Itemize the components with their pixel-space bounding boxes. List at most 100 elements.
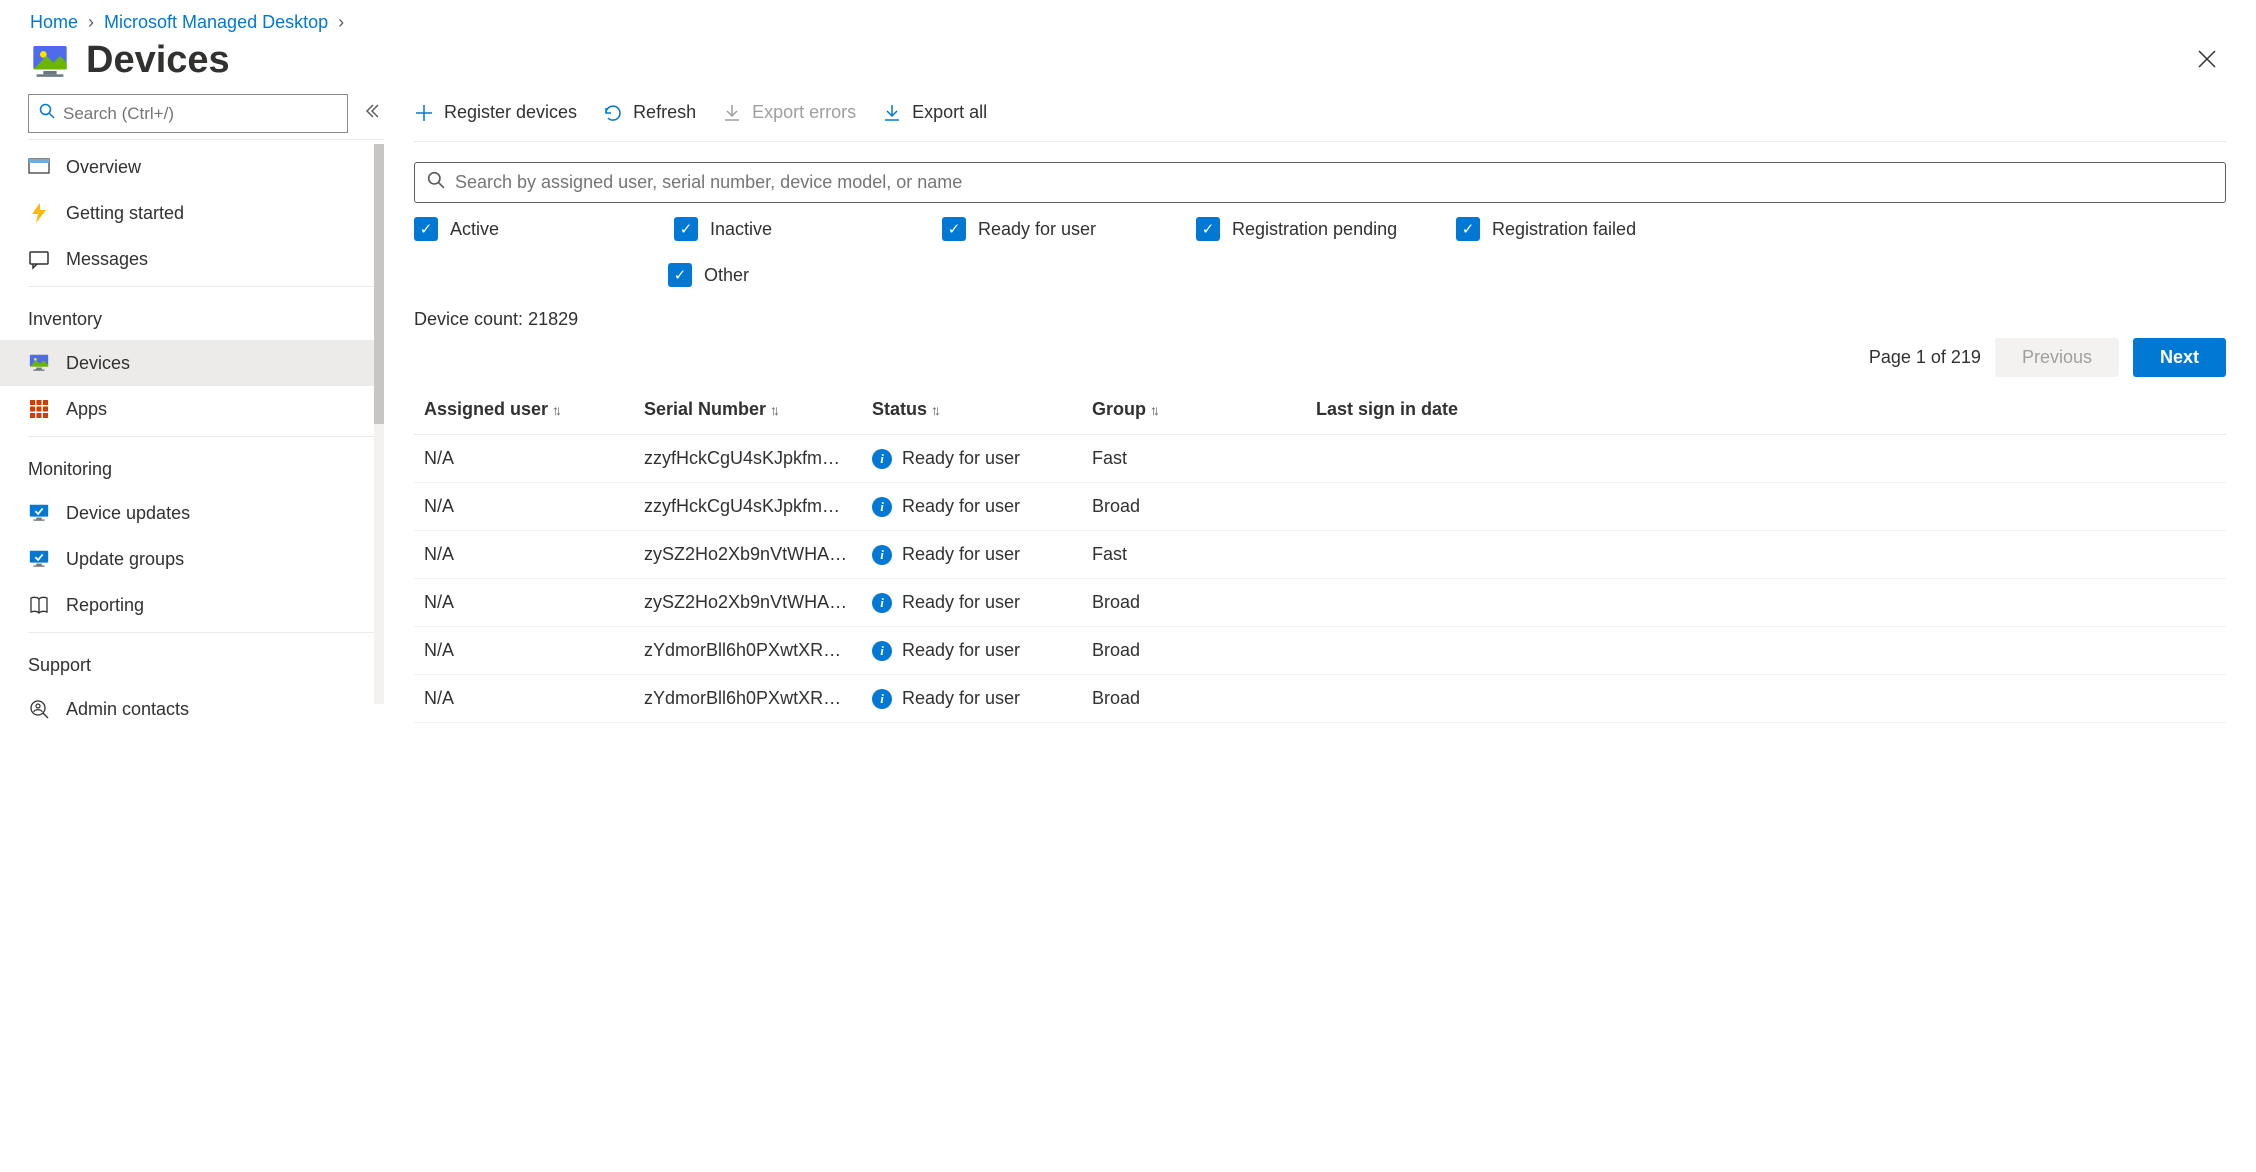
table-row[interactable]: N/AzySZ2Ho2Xb9nVtWHA…iReady for userFast	[414, 531, 2226, 579]
sidebar-item-device-updates[interactable]: Device updates	[0, 490, 384, 536]
checkbox-checked-icon[interactable]: ✓	[1456, 217, 1480, 241]
filter-chip-label: Registration failed	[1492, 219, 1636, 240]
refresh-button[interactable]: Refresh	[603, 102, 696, 123]
main-content: Register devices Refresh Export errors E…	[384, 94, 2256, 732]
sort-icon: ↑↓	[1150, 402, 1156, 418]
person-search-icon	[28, 698, 50, 720]
sidebar-search-input[interactable]	[63, 104, 337, 124]
sidebar-search[interactable]	[28, 94, 348, 133]
table-row[interactable]: N/AzYdmorBll6h0PXwtXR…iReady for userBro…	[414, 627, 2226, 675]
sidebar-group-heading: Monitoring	[28, 441, 384, 490]
sidebar-item-reporting[interactable]: Reporting	[0, 582, 384, 628]
checkbox-checked-icon[interactable]: ✓	[1196, 217, 1220, 241]
overview-icon	[28, 156, 50, 178]
filter-chip-label: Active	[450, 219, 499, 240]
cell-status: iReady for user	[862, 579, 1082, 627]
device-count-label: Device count:	[414, 309, 528, 329]
collapse-sidebar-icon[interactable]	[360, 99, 384, 128]
checkbox-checked-icon[interactable]: ✓	[414, 217, 438, 241]
search-icon	[39, 103, 55, 124]
col-serial-number[interactable]: Serial Number↑↓	[634, 385, 862, 435]
cell-last-sign-in	[1306, 531, 2226, 579]
register-devices-label: Register devices	[444, 102, 577, 123]
cell-last-sign-in	[1306, 627, 2226, 675]
pager-text: Page 1 of 219	[1869, 347, 1981, 368]
previous-button: Previous	[1995, 338, 2119, 377]
filter-chip-ready[interactable]: ✓ Ready for user	[942, 217, 1196, 241]
register-devices-button[interactable]: Register devices	[414, 102, 577, 123]
table-row[interactable]: N/AzzyfHckCgU4sKJpkfmS…iReady for userFa…	[414, 435, 2226, 483]
download-icon	[722, 103, 742, 123]
apps-icon	[28, 398, 50, 420]
filter-chip-inactive[interactable]: ✓ Inactive	[674, 217, 942, 241]
status-filter-row: ✓ Active ✓ Inactive ✓ Ready for user ✓ R…	[414, 217, 2226, 287]
checkbox-checked-icon[interactable]: ✓	[674, 217, 698, 241]
cell-group: Broad	[1082, 627, 1306, 675]
info-icon: i	[872, 593, 892, 613]
cell-group: Broad	[1082, 675, 1306, 723]
next-button[interactable]: Next	[2133, 338, 2226, 377]
cell-assigned-user: N/A	[414, 531, 634, 579]
device-count-value: 21829	[528, 309, 578, 329]
cell-last-sign-in	[1306, 675, 2226, 723]
sidebar-scrollbar-thumb[interactable]	[374, 144, 384, 424]
sidebar-item-overview[interactable]: Overview	[0, 144, 384, 190]
info-icon: i	[872, 641, 892, 661]
cell-group: Fast	[1082, 531, 1306, 579]
sidebar-item-getting-started[interactable]: Getting started	[0, 190, 384, 236]
cell-serial-number: zYdmorBll6h0PXwtXR…	[634, 675, 862, 723]
filter-chip-other[interactable]: ✓ Other	[668, 263, 928, 287]
devices-table: Assigned user↑↓ Serial Number↑↓ Status↑↓…	[414, 385, 2226, 723]
sidebar-item-apps[interactable]: Apps	[0, 386, 384, 432]
cell-status: iReady for user	[862, 675, 1082, 723]
cell-serial-number: zYdmorBll6h0PXwtXR…	[634, 627, 862, 675]
sidebar-item-update-groups[interactable]: Update groups	[0, 536, 384, 582]
cell-serial-number: zzyfHckCgU4sKJpkfmS…	[634, 483, 862, 531]
col-assigned-user[interactable]: Assigned user↑↓	[414, 385, 634, 435]
col-last-sign-in[interactable]: Last sign in date	[1306, 385, 2226, 435]
export-all-button[interactable]: Export all	[882, 102, 987, 123]
device-search[interactable]	[414, 162, 2226, 203]
sidebar: OverviewGetting startedMessages Inventor…	[0, 94, 384, 732]
table-row[interactable]: N/AzYdmorBll6h0PXwtXR…iReady for userBro…	[414, 675, 2226, 723]
cell-assigned-user: N/A	[414, 483, 634, 531]
sidebar-item-admin-contacts[interactable]: Admin contacts	[0, 686, 384, 732]
col-group[interactable]: Group↑↓	[1082, 385, 1306, 435]
breadcrumb-home[interactable]: Home	[30, 12, 78, 33]
sidebar-item-label: Device updates	[66, 503, 190, 524]
chevron-right-icon: ›	[88, 12, 94, 33]
close-icon[interactable]	[2192, 42, 2222, 80]
breadcrumb-mmd[interactable]: Microsoft Managed Desktop	[104, 12, 328, 33]
monitor-blue-icon	[28, 502, 50, 524]
info-icon: i	[872, 449, 892, 469]
sidebar-item-devices[interactable]: Devices	[0, 340, 384, 386]
pager: Page 1 of 219 Previous Next	[414, 338, 2226, 377]
filter-chip-registration-failed[interactable]: ✓ Registration failed	[1456, 217, 1716, 241]
cell-assigned-user: N/A	[414, 627, 634, 675]
sidebar-item-label: Getting started	[66, 203, 184, 224]
table-row[interactable]: N/AzySZ2Ho2Xb9nVtWHA…iReady for userBroa…	[414, 579, 2226, 627]
filter-chip-active[interactable]: ✓ Active	[414, 217, 674, 241]
cell-serial-number: zzyfHckCgU4sKJpkfmS…	[634, 435, 862, 483]
filter-chip-registration-pending[interactable]: ✓ Registration pending	[1196, 217, 1456, 241]
info-icon: i	[872, 545, 892, 565]
sidebar-item-label: Devices	[66, 353, 130, 374]
table-row[interactable]: N/AzzyfHckCgU4sKJpkfmS…iReady for userBr…	[414, 483, 2226, 531]
devices-header-icon	[30, 41, 70, 81]
sidebar-scrollbar-track[interactable]	[374, 144, 384, 704]
checkbox-checked-icon[interactable]: ✓	[942, 217, 966, 241]
sidebar-item-label: Admin contacts	[66, 699, 189, 720]
cell-last-sign-in	[1306, 435, 2226, 483]
sort-icon: ↑↓	[931, 402, 937, 418]
cell-status: iReady for user	[862, 483, 1082, 531]
checkbox-checked-icon[interactable]: ✓	[668, 263, 692, 287]
book-icon	[28, 594, 50, 616]
sidebar-item-messages[interactable]: Messages	[0, 236, 384, 282]
cell-status: iReady for user	[862, 435, 1082, 483]
bolt-icon	[28, 202, 50, 224]
info-icon: i	[872, 497, 892, 517]
breadcrumb: Home › Microsoft Managed Desktop ›	[0, 0, 2256, 33]
filter-chip-label: Inactive	[710, 219, 772, 240]
device-search-input[interactable]	[455, 172, 2213, 193]
col-status[interactable]: Status↑↓	[862, 385, 1082, 435]
